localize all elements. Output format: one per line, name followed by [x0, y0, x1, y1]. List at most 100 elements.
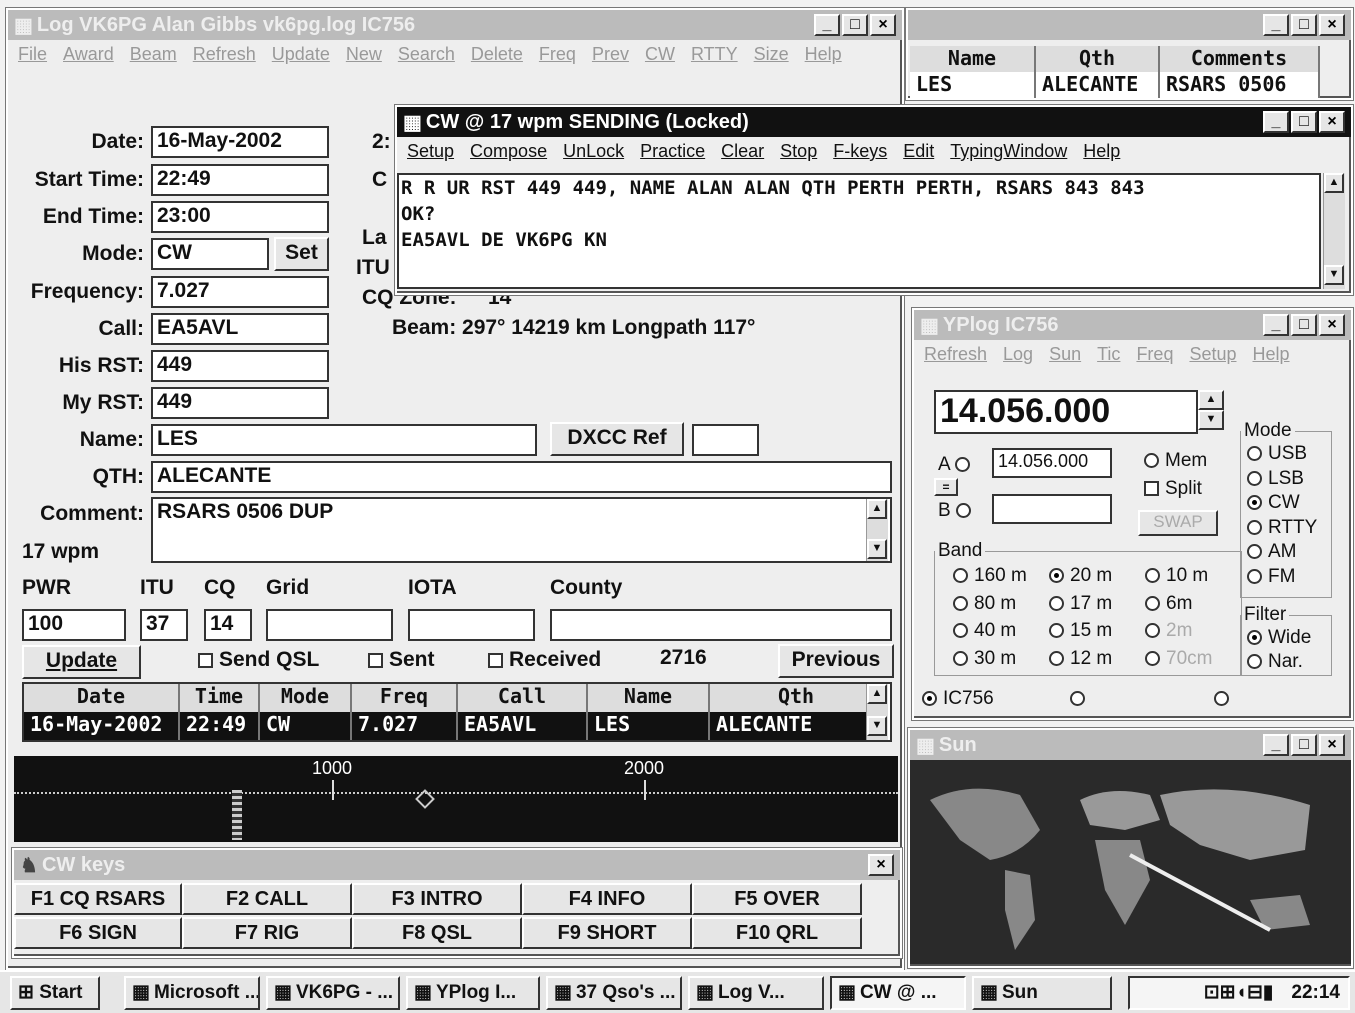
radio-icon[interactable] [1145, 623, 1160, 639]
filter-wide-radio[interactable]: Wide [1247, 626, 1331, 650]
close-icon[interactable]: × [870, 14, 896, 36]
menu-item-practice[interactable]: Practice [640, 141, 705, 162]
menu-item-setup[interactable]: Setup [407, 141, 454, 162]
menu-item-compose[interactable]: Compose [470, 141, 547, 162]
swap-button[interactable]: SWAP [1138, 510, 1218, 536]
spin-down-icon[interactable]: ▼ [1198, 410, 1224, 430]
band-radio-6m[interactable]: 6m [1145, 590, 1241, 618]
band-radio-12m[interactable]: 12 m [1049, 645, 1145, 673]
start-time-field[interactable]: 22:49 [151, 164, 329, 196]
dxcc-field[interactable] [692, 424, 759, 456]
menu-item-prev[interactable]: Prev [592, 44, 629, 98]
close-icon[interactable]: × [1319, 314, 1345, 336]
mode-radio-lsb[interactable]: LSB [1247, 467, 1331, 492]
minimize-icon[interactable]: _ [1263, 314, 1289, 336]
band-radio-2m[interactable]: 2m [1145, 617, 1241, 645]
band-radio-40m[interactable]: 40 m [953, 617, 1049, 645]
menu-item-log[interactable]: Log [1003, 344, 1033, 365]
end-time-field[interactable]: 23:00 [151, 201, 329, 233]
band-radio-15m[interactable]: 15 m [1049, 617, 1145, 645]
maximize-icon[interactable]: □ [1291, 314, 1317, 336]
cw-title-bar[interactable]: ▦ CW @ 17 wpm SENDING (Locked) _ □ × [397, 107, 1351, 137]
radio-icon[interactable] [955, 503, 971, 519]
cw-key-f7-button[interactable]: F7 RIG [182, 917, 352, 949]
filter-narrow-radio[interactable]: Nar. [1247, 650, 1331, 674]
band-radio-160m[interactable]: 160 m [953, 562, 1049, 590]
vfo-b-field[interactable] [992, 494, 1112, 524]
radio-icon[interactable] [1247, 654, 1262, 670]
cw-key-f5-button[interactable]: F5 OVER [692, 883, 862, 915]
menu-item-beam[interactable]: Beam [130, 44, 177, 98]
comment-field[interactable]: RSARS 0506 DUP [151, 497, 892, 563]
radio-icon[interactable] [953, 650, 968, 666]
menu-item-cw[interactable]: CW [645, 44, 675, 98]
column-header-mode[interactable]: Mode [260, 684, 352, 712]
radio-icon[interactable] [1145, 595, 1160, 611]
date-field[interactable]: 16-May-2002 [151, 126, 329, 158]
checkbox-icon[interactable] [368, 652, 383, 668]
table-row[interactable]: LES ALECANTE RSARS 0506 [910, 72, 1320, 98]
vfo-frequency-display[interactable]: 14.056.000 [934, 390, 1198, 434]
radio-option-2[interactable] [1070, 688, 1091, 710]
close-icon[interactable]: × [868, 854, 894, 876]
menu-item-help[interactable]: Help [1253, 344, 1290, 365]
menu-item-size[interactable]: Size [754, 44, 789, 98]
my-rst-field[interactable]: 449 [151, 387, 329, 419]
radio-icon[interactable] [922, 691, 937, 707]
vfo-b-radio[interactable]: B [938, 500, 977, 522]
menu-item-update[interactable]: Update [272, 44, 330, 98]
column-header-time[interactable]: Time [180, 684, 260, 712]
update-button[interactable]: Update [22, 645, 141, 679]
cw-key-f8-button[interactable]: F8 QSL [352, 917, 522, 949]
taskbar-item[interactable]: ▦ VK6PG - ... [266, 976, 400, 1010]
menu-item-setup[interactable]: Setup [1189, 344, 1236, 365]
menu-item-edit[interactable]: Edit [903, 141, 934, 162]
radio-icon[interactable] [953, 623, 968, 639]
menu-item-tic[interactable]: Tic [1097, 344, 1120, 365]
maximize-icon[interactable]: □ [842, 14, 868, 36]
log-title-bar[interactable]: ▦ Log VK6PG Alan Gibbs vk6pg.log IC756 _… [8, 10, 902, 40]
column-header-freq[interactable]: Freq [352, 684, 458, 712]
close-icon[interactable]: × [1319, 14, 1345, 36]
radio-icon[interactable] [1049, 650, 1064, 666]
band-radio-80m[interactable]: 80 m [953, 590, 1049, 618]
mode-radio-am[interactable]: AM [1247, 540, 1331, 565]
vfo-a-radio[interactable]: A [938, 454, 976, 476]
cw-key-f6-button[interactable]: F6 SIGN [14, 917, 182, 949]
menu-item-typingwindow[interactable]: TypingWindow [950, 141, 1067, 162]
band-radio-70cm[interactable]: 70cm [1145, 645, 1241, 673]
scroll-down-icon[interactable]: ▼ [1324, 265, 1344, 285]
radio-icon[interactable] [1049, 568, 1064, 584]
menu-item-clear[interactable]: Clear [721, 141, 764, 162]
menu-item-refresh[interactable]: Refresh [193, 44, 256, 98]
taskbar-item[interactable]: ▦ CW @ ... [830, 976, 966, 1010]
menu-item-freq[interactable]: Freq [1136, 344, 1173, 365]
taskbar-item[interactable]: ▦ YPlog I... [406, 976, 540, 1010]
checkbox-icon[interactable] [488, 652, 503, 668]
scroll-up-icon[interactable]: ▲ [867, 499, 887, 519]
radio-icon[interactable] [1247, 568, 1262, 584]
clock[interactable]: 22:14 [1291, 982, 1340, 1003]
close-icon[interactable]: × [1319, 111, 1345, 133]
mode-radio-usb[interactable]: USB [1247, 442, 1331, 467]
cq-field[interactable]: 14 [204, 609, 252, 641]
column-header-name[interactable]: Name [588, 684, 710, 712]
radio-icon[interactable] [954, 457, 970, 473]
cw-key-f1-button[interactable]: F1 CQ RSARS [14, 883, 182, 915]
radio-icon[interactable] [1070, 691, 1085, 707]
pwr-field[interactable]: 100 [22, 609, 126, 641]
radio-option-3[interactable] [1214, 688, 1235, 710]
cw-key-f4-button[interactable]: F4 INFO [522, 883, 692, 915]
menu-item-unlock[interactable]: UnLock [563, 141, 624, 162]
cw-key-f9-button[interactable]: F9 SHORT [522, 917, 692, 949]
table-row[interactable]: 16-May-2002 22:49 CW 7.027 EA5AVL LES ALECANTE [24, 712, 884, 740]
menu-item-freq[interactable]: Freq [539, 44, 576, 98]
taskbar-item[interactable]: ▦ Log V... [688, 976, 824, 1010]
menu-item-sun[interactable]: Sun [1049, 344, 1081, 365]
column-header-date[interactable]: Date [24, 684, 180, 712]
start-button[interactable]: ⊞ Start [10, 976, 100, 1010]
mode-radio-cw[interactable]: CW [1247, 491, 1331, 516]
radio-ic756-option[interactable]: IC756 [922, 688, 994, 710]
radio-icon[interactable] [1144, 453, 1159, 469]
scroll-up-icon[interactable]: ▲ [1324, 173, 1344, 193]
